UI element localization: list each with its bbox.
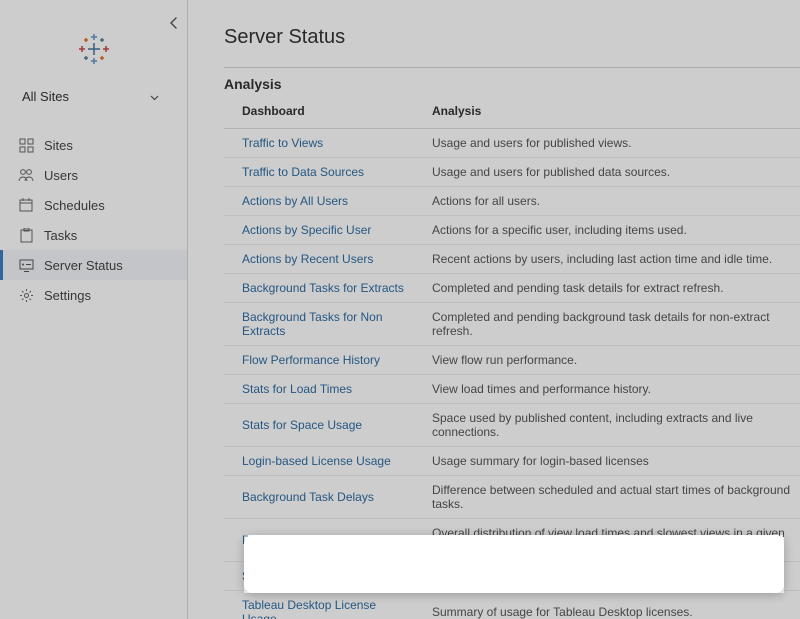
sidebar-item-tasks[interactable]: Tasks [0, 220, 187, 250]
nav-list: Sites Users Schedules Tasks [0, 130, 187, 310]
dashboard-link[interactable]: Login-based License Usage [242, 454, 391, 468]
clipboard-icon [18, 227, 34, 243]
dashboard-link[interactable]: Actions by Specific User [242, 223, 371, 237]
table-row: Performance of Views Overall distribution… [224, 519, 800, 562]
caret-down-icon [150, 89, 159, 104]
analysis-text: Completed and pending background task de… [414, 303, 800, 346]
dashboard-link[interactable]: Actions by Recent Users [242, 252, 373, 266]
table-row: Actions by All Users Actions for all user… [224, 187, 800, 216]
dashboard-link[interactable]: Stats for Space Usage [242, 418, 362, 432]
table-row: Background Tasks for Non Extracts Complet… [224, 303, 800, 346]
dashboard-link[interactable]: Actions by All Users [242, 194, 348, 208]
dashboard-link[interactable]: Traffic to Views [242, 136, 323, 150]
sidebar-item-users[interactable]: Users [0, 160, 187, 190]
dashboard-link[interactable]: Server Disk Space [242, 569, 341, 583]
gear-icon [18, 287, 34, 303]
table-row: Traffic to Data Sources Usage and users f… [224, 158, 800, 187]
analysis-text: Actions for a specific user, including i… [414, 216, 800, 245]
table-row: Background Task Delays Difference between… [224, 476, 800, 519]
dashboard-link[interactable]: Traffic to Data Sources [242, 165, 364, 179]
analysis-text: Difference between scheduled and actual … [414, 476, 800, 519]
col-dashboard: Dashboard [224, 96, 414, 129]
table-row: Stats for Load Times View load times and … [224, 375, 800, 404]
table-row: Tableau Desktop License Usage Summary of … [224, 591, 800, 619]
analysis-text: Current and historical disk space usage,… [414, 562, 800, 591]
table-row: Login-based License Usage Usage summary f… [224, 447, 800, 476]
tableau-logo [0, 10, 187, 81]
sidebar-item-label: Server Status [44, 258, 123, 273]
analysis-text: Actions for all users. [414, 187, 800, 216]
dashboard-link[interactable]: Background Tasks for Extracts [242, 281, 404, 295]
table-row: Actions by Recent Users Recent actions by… [224, 245, 800, 274]
analysis-text: View flow run performance. [414, 346, 800, 375]
sidebar: All Sites Sites Users [0, 0, 188, 619]
grid-icon [18, 137, 34, 153]
table-row: Traffic to Views Usage and users for publ… [224, 129, 800, 158]
dashboard-link[interactable]: Stats for Load Times [242, 382, 352, 396]
analysis-text: Summary of usage for Tableau Desktop lic… [414, 591, 800, 619]
sidebar-item-schedules[interactable]: Schedules [0, 190, 187, 220]
sidebar-item-label: Users [44, 168, 78, 183]
sidebar-item-label: Settings [44, 288, 91, 303]
sidebar-item-sites[interactable]: Sites [0, 130, 187, 160]
sidebar-item-server-status[interactable]: Server Status [0, 250, 187, 280]
dashboard-link[interactable]: Performance of Views [242, 533, 359, 547]
sidebar-item-label: Schedules [44, 198, 105, 213]
table-row: Background Tasks for Extracts Completed a… [224, 274, 800, 303]
table-row: Actions by Specific User Actions for a sp… [224, 216, 800, 245]
dashboard-link[interactable]: Tableau Desktop License Usage [242, 598, 376, 619]
dashboard-link[interactable]: Background Tasks for Non Extracts [242, 310, 383, 338]
server-status-icon [18, 257, 34, 273]
sidebar-item-settings[interactable]: Settings [0, 280, 187, 310]
table-row: Stats for Space Usage Space used by publi… [224, 404, 800, 447]
sidebar-item-label: Sites [44, 138, 73, 153]
users-icon [18, 167, 34, 183]
analysis-text: Usage summary for login-based licenses [414, 447, 800, 476]
analysis-text: Completed and pending task details for e… [414, 274, 800, 303]
calendar-icon [18, 197, 34, 213]
dashboard-link[interactable]: Flow Performance History [242, 353, 380, 367]
collapse-sidebar-icon[interactable] [169, 16, 179, 33]
section-title: Analysis [224, 76, 800, 92]
analysis-text: Usage and users for published views. [414, 129, 800, 158]
col-analysis: Analysis [414, 96, 800, 129]
sites-selector[interactable]: All Sites [0, 81, 187, 112]
analysis-text: View load times and performance history. [414, 375, 800, 404]
analysis-text: Overall distribution of view load times … [414, 519, 800, 562]
analysis-text: Space used by published content, includi… [414, 404, 800, 447]
analysis-table: Dashboard Analysis Traffic to Views Usage… [224, 96, 800, 619]
analysis-text: Usage and users for published data sourc… [414, 158, 800, 187]
page-title: Server Status [224, 26, 800, 49]
sidebar-item-label: Tasks [44, 228, 77, 243]
main-content: Server Status Analysis Dashboard Analysi… [188, 0, 800, 619]
sites-selector-label: All Sites [22, 89, 69, 104]
dashboard-link[interactable]: Background Task Delays [242, 490, 374, 504]
analysis-text: Recent actions by users, including last … [414, 245, 800, 274]
table-row: Flow Performance History View flow run pe… [224, 346, 800, 375]
table-row: Server Disk Space Current and historical … [224, 562, 800, 591]
